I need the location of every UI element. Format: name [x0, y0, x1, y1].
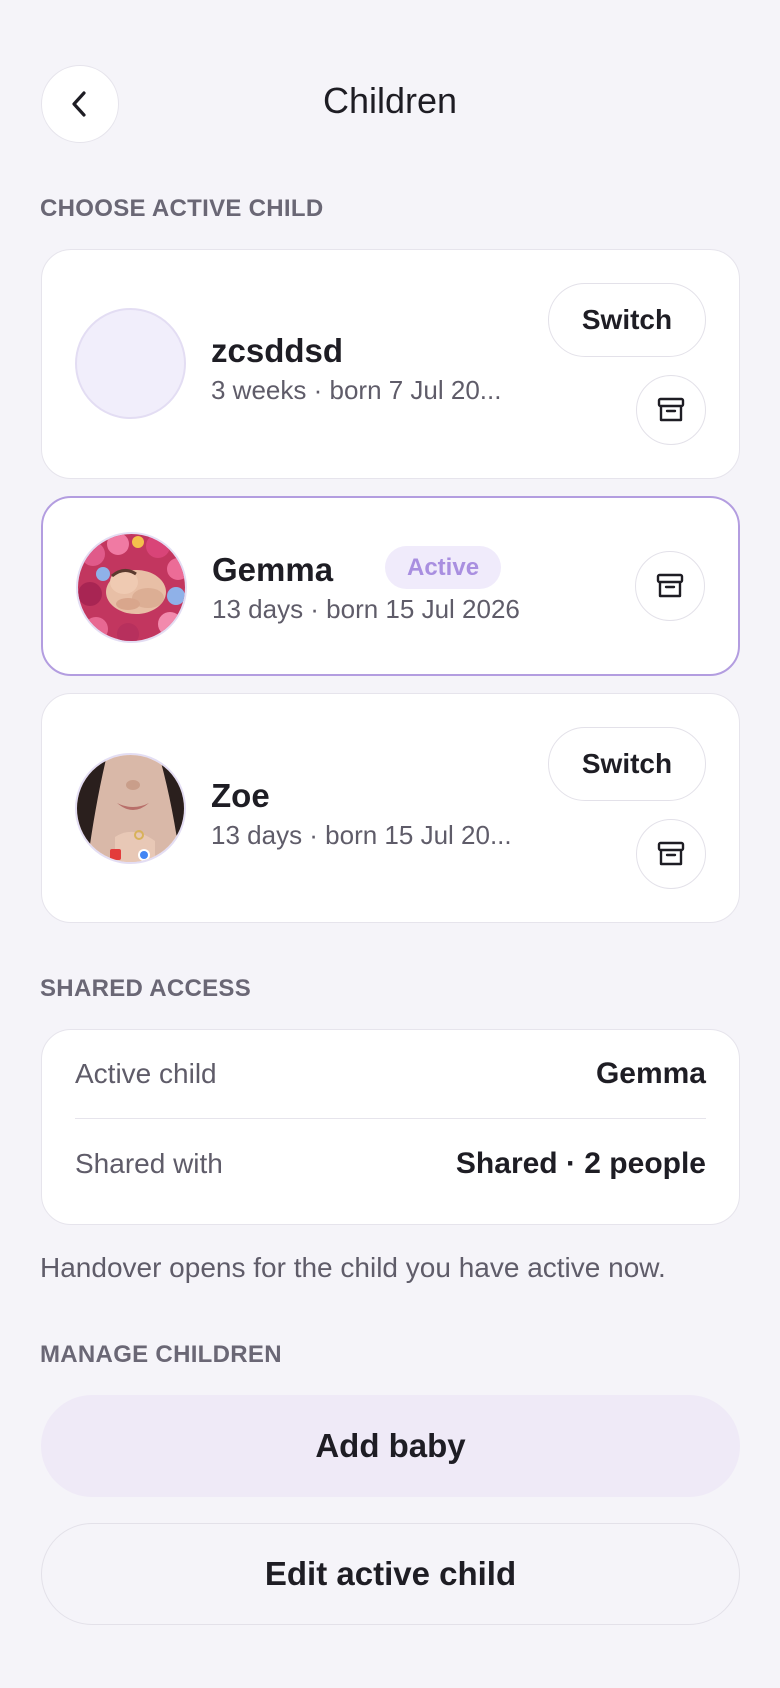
avatar: [76, 532, 187, 643]
child-card-zoe[interactable]: Zoe 13 days · born 15 Jul 20... Switch: [41, 693, 740, 923]
face-photo: [77, 755, 184, 862]
avatar: [75, 753, 186, 864]
child-meta: 13 days · born 15 Jul 2026: [212, 594, 520, 624]
shared-with-row: Shared with Shared · 2 people: [75, 1119, 706, 1208]
child-card-zcsddsd[interactable]: zcsddsd 3 weeks · born 7 Jul 20... Switc…: [41, 249, 740, 479]
shared-with-label: Shared with: [75, 1147, 223, 1179]
avatar: [75, 308, 186, 419]
edit-active-child-button[interactable]: Edit active child: [41, 1523, 740, 1625]
handover-note: Handover opens for the child you have ac…: [40, 1252, 666, 1283]
archive-icon: [657, 841, 685, 866]
add-baby-button[interactable]: Add baby: [41, 1395, 740, 1497]
active-child-value: Gemma: [595, 1057, 706, 1090]
archive-button[interactable]: [636, 819, 706, 889]
child-card-gemma[interactable]: Gemma Active 13 days · born 15 Jul 2026: [41, 496, 740, 676]
archive-icon: [657, 397, 685, 422]
active-child-label: Active child: [75, 1058, 217, 1089]
section-label-manage: MANAGE CHILDREN: [40, 1341, 282, 1368]
archive-button[interactable]: [635, 551, 705, 621]
child-name: Gemma: [212, 551, 334, 588]
page-title: Children: [322, 80, 458, 121]
child-meta: 13 days · born 15 Jul 20...: [211, 820, 512, 850]
section-label-choose: CHOOSE ACTIVE CHILD: [40, 195, 324, 222]
child-meta: 3 weeks · born 7 Jul 20...: [211, 375, 502, 405]
newborn-photo: [78, 534, 185, 641]
section-label-shared: SHARED ACCESS: [40, 975, 252, 1002]
children-screen: Children CHOOSE ACTIVE CHILD zcsddsd 3 w…: [0, 0, 780, 1688]
shared-with-value: Shared · 2 people: [455, 1146, 706, 1180]
switch-button[interactable]: Switch: [548, 727, 706, 801]
active-child-row: Active child Gemma: [75, 1030, 706, 1119]
shared-access-card: Active child Gemma Shared with Shared · …: [41, 1029, 740, 1225]
child-name: zcsddsd: [211, 332, 344, 369]
archive-button[interactable]: [636, 375, 706, 445]
active-badge: Active: [385, 546, 502, 589]
archive-icon: [656, 573, 684, 598]
child-name: Zoe: [211, 777, 270, 814]
switch-button[interactable]: Switch: [548, 283, 706, 357]
